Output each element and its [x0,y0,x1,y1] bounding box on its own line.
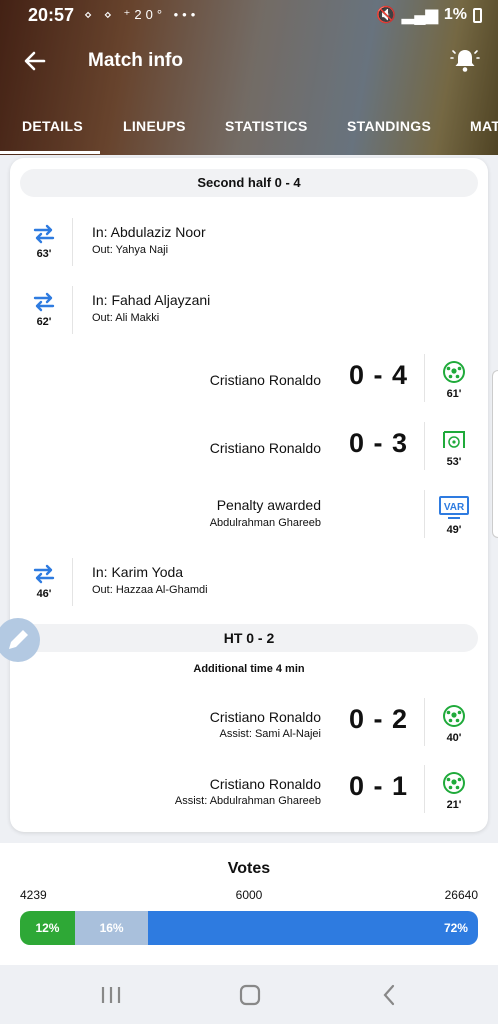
player-out: Out: Yahya Naji [92,244,169,256]
back-nav-icon[interactable] [377,982,403,1008]
divider [424,765,425,813]
player-out: Out: Hazzaa Al-Ghamdi [92,584,208,596]
divider [72,218,73,266]
home-icon[interactable] [237,982,263,1008]
score: 0 - 1 [348,771,408,801]
home-vote-segment[interactable]: 12% [20,911,75,945]
divider [424,422,425,470]
votes-title: Votes [227,860,271,877]
tab-lineups[interactable]: LINEUPS [123,118,186,134]
scorer-name: Cristiano Ronaldo [209,440,321,456]
signal-icon: ▂▄▆ [401,7,438,24]
recent-apps-icon[interactable] [98,982,124,1008]
tab-standings[interactable]: STANDINGS [347,118,431,134]
football-icon [443,705,465,727]
edit-fab[interactable] [0,618,40,662]
tab-match[interactable]: MAT [470,118,498,134]
status-bar: 20:57 ⋄ ⋄ ⁺20° ••• 🔇 ▂▄▆ 1% [0,0,498,30]
football-icon [443,772,465,794]
app-bar: Match info [0,36,498,88]
player-in: In: Fahad Aljayzani [92,292,211,308]
status-time: 20:57 [28,5,75,25]
player-out: Out: Ali Makki [92,312,160,324]
var-decision: Penalty awarded [216,497,321,513]
minute-label: 62' [36,316,52,328]
minute-label: 53' [446,456,462,468]
status-right-icons: 🔇 ▂▄▆ 1% [376,5,482,25]
away-vote-count: 26640 [444,888,478,902]
away-vote-segment[interactable]: 72% [148,911,478,945]
vote-bar[interactable]: 12% 16% 72% [20,911,478,945]
draw-vote-count: 6000 [235,888,263,902]
substitution-icon [33,292,55,312]
divider [72,286,73,334]
minute-label: 49' [446,524,462,536]
divider [424,698,425,746]
substitution-icon [33,224,55,244]
active-tab-indicator [0,151,100,154]
divider [72,558,73,606]
back-arrow-icon[interactable] [20,46,50,76]
divider [424,490,425,538]
goal-event-row: Cristiano Ronaldo 0 - 4 61' [10,354,488,414]
minute-label: 21' [446,799,462,811]
second-half-header: Second half 0 - 4 [20,169,478,197]
system-nav-bar [0,965,498,1024]
var-badge-text: VAR [444,502,465,513]
score: 0 - 2 [348,704,408,734]
tab-statistics[interactable]: STATISTICS [225,118,308,134]
substitution-row: 63' In: Abdulaziz Noor Out: Yahya Naji [10,218,488,274]
score: 0 - 3 [348,428,408,458]
score: 0 - 4 [348,360,408,390]
football-icon [443,361,465,383]
minute-label: 46' [36,588,52,600]
edge-panel-handle[interactable] [492,370,498,538]
assist-label: Assist: Abdulrahman Ghareeb [174,795,321,807]
player-in: In: Karim Yoda [92,564,184,580]
goal-event-row: Cristiano Ronaldo Assist: Abdulrahman Gh… [10,765,488,825]
scorer-name: Cristiano Ronaldo [209,776,321,792]
var-player: Abdulrahman Ghareeb [209,517,321,529]
goal-event-row: Cristiano Ronaldo 0 - 3 53' [10,422,488,482]
minute-label: 40' [446,732,462,744]
half-time-header: HT 0 - 2 [20,624,478,652]
substitution-icon [33,564,55,584]
minute-label: 61' [446,388,462,400]
scorer-name: Cristiano Ronaldo [209,372,321,388]
draw-vote-segment[interactable]: 16% [74,911,149,945]
battery-icon [473,7,482,23]
status-notification-icons: ⋄ ⋄ ⁺20° ••• [84,7,200,22]
substitution-row: 46' In: Karim Yoda Out: Hazzaa Al-Ghamdi [10,558,488,614]
player-in: In: Abdulaziz Noor [92,224,206,240]
notification-bell-icon[interactable] [450,46,480,76]
penalty-goal-icon [443,431,465,448]
var-icon: VAR [439,496,469,519]
pencil-icon [9,630,28,649]
additional-time-label: Additional time 4 min [193,663,305,675]
mute-icon: 🔇 [376,7,396,24]
tab-details[interactable]: DETAILS [22,118,83,134]
assist-label: Assist: Sami Al-Najei [219,728,321,740]
var-event-row: Penalty awarded Abdulrahman Ghareeb VAR … [10,490,488,550]
scorer-name: Cristiano Ronaldo [209,709,321,725]
divider [424,354,425,402]
battery-percent: 1% [443,6,467,23]
substitution-row: 62' In: Fahad Aljayzani Out: Ali Makki [10,286,488,342]
minute-label: 63' [36,248,52,260]
page-title: Match info [88,50,183,71]
votes-section: Votes 4239 6000 26640 12% 16% 72% [0,843,498,965]
timeline-card: Second half 0 - 4 63' In: Abdulaziz Noor… [10,158,488,832]
tab-bar: DETAILS LINEUPS STATISTICS STANDINGS MAT [0,108,498,154]
goal-event-row: Cristiano Ronaldo Assist: Sami Al-Najei … [10,698,488,758]
